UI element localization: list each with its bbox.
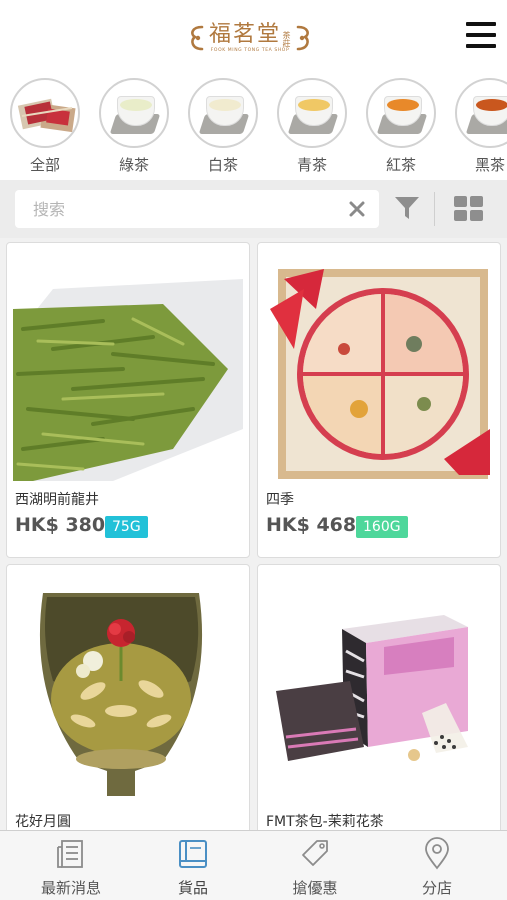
book-icon [179,840,207,868]
news-icon [57,840,83,868]
product-image-longjing [13,249,243,481]
tab-products[interactable]: 貨品 [130,831,256,900]
logo-text: 福茗堂 茶莊 FOOK MING TONG TEA SHOP [209,22,292,54]
black-tea-cup-icon [366,78,436,148]
logo-english-name: FOOK MING TONG TEA SHOP [210,48,290,53]
product-card[interactable]: 四季 HK$ 468 160G [257,242,501,558]
logo-subtitle: 茶莊 [282,31,292,47]
product-card[interactable]: 花好月圓 [6,564,250,830]
weight-badge: 75G [105,516,148,538]
category-item-white-tea[interactable]: 白茶 [187,78,259,178]
category-item-dark-tea[interactable]: 黑茶 [454,78,507,178]
grid-view-icon[interactable] [454,196,484,222]
product-card[interactable]: 西湖明前龍井 HK$ 380 75G [6,242,250,558]
category-label: 黑茶 [474,156,505,174]
search-toolbar [0,180,507,238]
category-item-oolong-tea[interactable]: 青茶 [276,78,348,178]
tag-icon [302,840,328,866]
category-row: 全部 綠茶 白茶 青茶 紅茶 黑茶 [0,72,507,180]
weight-badge: 160G [356,516,408,538]
product-name: FMT茶包-茉莉花茶 [266,814,384,830]
tab-label: 分店 [421,879,452,897]
location-pin-icon [425,837,449,870]
app-root: 福茗堂 茶莊 FOOK MING TONG TEA SHOP 全部 綠茶 白茶 … [0,0,507,900]
logo-left-scroll-icon [191,25,204,51]
category-item-black-tea[interactable]: 紅茶 [365,78,437,178]
product-card[interactable]: FMT茶包-茉莉花茶 [257,564,501,830]
brand-logo[interactable]: 福茗堂 茶莊 FOOK MING TONG TEA SHOP [186,18,326,58]
oolong-tea-cup-icon [277,78,347,148]
bottom-tab-bar: 最新消息 貨品 搶優惠 分店 [0,830,507,900]
product-image-blooming-tea [13,571,243,803]
toolbar-divider [434,192,435,226]
category-item-all[interactable]: 全部 [9,78,81,178]
product-price: HK$ 380 [15,514,106,536]
category-label: 全部 [29,156,60,174]
product-name: 花好月圓 [15,814,71,830]
category-label: 紅茶 [385,156,416,174]
product-image-four-seasons [264,249,494,481]
green-tea-cup-icon [99,78,169,148]
product-price: HK$ 468 [266,514,357,536]
product-image-jasmine-teabag [264,571,494,803]
product-name: 四季 [266,492,294,508]
category-label: 白茶 [207,156,238,174]
dark-tea-cup-icon [455,78,507,148]
logo-chinese-name: 福茗堂 [209,22,282,47]
category-item-green-tea[interactable]: 綠茶 [98,78,170,178]
tab-label: 搶優惠 [292,879,338,897]
tab-deals[interactable]: 搶優惠 [252,831,378,900]
tab-news[interactable]: 最新消息 [8,831,134,900]
tea-gift-box-icon [10,78,80,148]
logo-right-scroll-icon [296,25,309,51]
white-tea-cup-icon [188,78,258,148]
search-input[interactable] [33,190,333,228]
category-label: 青茶 [296,156,327,174]
clear-search-icon[interactable] [349,201,365,217]
filter-icon[interactable] [394,195,420,221]
header: 福茗堂 茶莊 FOOK MING TONG TEA SHOP [0,0,507,70]
tab-label: 貨品 [177,879,208,897]
tab-label: 最新消息 [40,879,101,897]
product-name: 西湖明前龍井 [15,492,99,508]
category-label: 綠茶 [118,156,149,174]
tab-branches[interactable]: 分店 [374,831,500,900]
hamburger-menu-icon[interactable] [466,22,496,48]
product-grid: 西湖明前龍井 HK$ 380 75G 四季 HK$ 468 160G 花好月圓 … [0,238,507,830]
search-box [15,190,379,228]
